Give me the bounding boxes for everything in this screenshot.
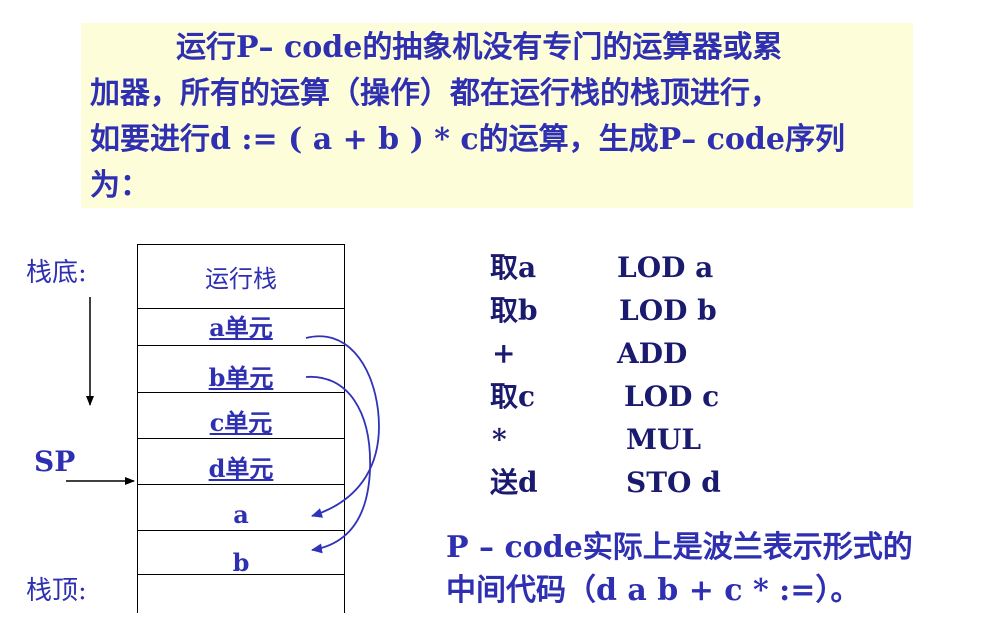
instr-code: LOD c <box>624 380 720 413</box>
instr-code: MUL <box>626 423 702 456</box>
note-line-2: 中间代码（d a b + c * :=）。 <box>446 573 861 608</box>
instr-action: 取a <box>490 251 537 284</box>
instr-code: LOD a <box>617 251 714 284</box>
instr-action: 取c <box>490 380 536 413</box>
instr-code: ADD <box>617 337 688 370</box>
instr-action: * <box>492 423 507 456</box>
instr-action: 送d <box>490 466 538 499</box>
note-line-1: P – code实际上是波兰表示形式的 <box>446 530 913 565</box>
instr-action: + <box>492 337 516 370</box>
instr-code: STO d <box>626 466 721 499</box>
instr-action: 取b <box>490 294 538 327</box>
copy-arrow-b <box>305 376 371 554</box>
instr-code: LOD b <box>619 294 717 327</box>
